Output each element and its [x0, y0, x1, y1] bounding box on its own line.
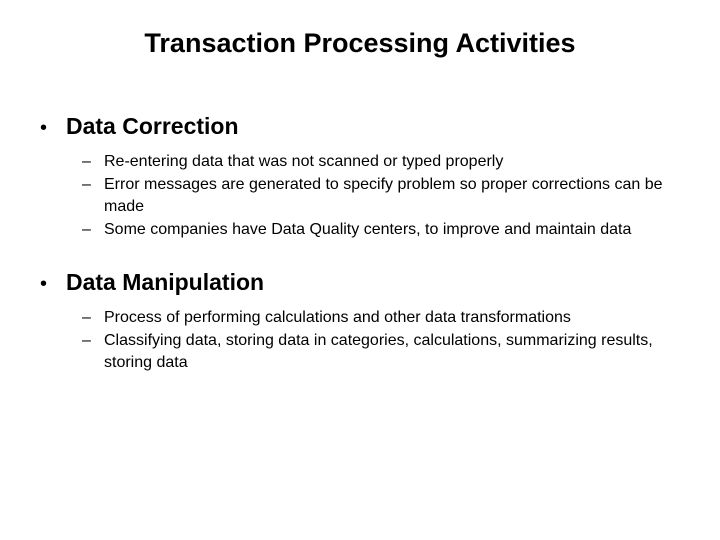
sub-list-text: Some companies have Data Quality centers…	[104, 219, 680, 241]
dash-icon: –	[82, 176, 104, 194]
sub-list-item: – Classifying data, storing data in cate…	[82, 330, 680, 373]
dash-icon: –	[82, 309, 104, 327]
bullet-list: • Data Correction – Re-entering data tha…	[40, 113, 680, 373]
sub-list-text: Error messages are generated to specify …	[104, 174, 680, 217]
dash-icon: –	[82, 221, 104, 239]
list-item-label: Data Manipulation	[66, 269, 264, 297]
sub-list-item: – Process of performing calculations and…	[82, 307, 680, 329]
dash-icon: –	[82, 153, 104, 171]
sub-list: – Process of performing calculations and…	[40, 307, 680, 374]
list-item-label: Data Correction	[66, 113, 239, 141]
dash-icon: –	[82, 332, 104, 350]
list-item: • Data Correction – Re-entering data tha…	[40, 113, 680, 241]
bullet-icon: •	[40, 118, 66, 138]
bullet-icon: •	[40, 274, 66, 294]
sub-list-text: Classifying data, storing data in catego…	[104, 330, 680, 373]
slide-title: Transaction Processing Activities	[40, 28, 680, 59]
sub-list-item: – Re-entering data that was not scanned …	[82, 151, 680, 173]
sub-list-text: Process of performing calculations and o…	[104, 307, 680, 329]
list-item: • Data Manipulation – Process of perform…	[40, 269, 680, 373]
list-item-header: • Data Manipulation	[40, 269, 680, 297]
sub-list-item: – Some companies have Data Quality cente…	[82, 219, 680, 241]
slide: Transaction Processing Activities • Data…	[0, 0, 720, 540]
sub-list: – Re-entering data that was not scanned …	[40, 151, 680, 241]
list-item-header: • Data Correction	[40, 113, 680, 141]
sub-list-text: Re-entering data that was not scanned or…	[104, 151, 680, 173]
sub-list-item: – Error messages are generated to specif…	[82, 174, 680, 217]
